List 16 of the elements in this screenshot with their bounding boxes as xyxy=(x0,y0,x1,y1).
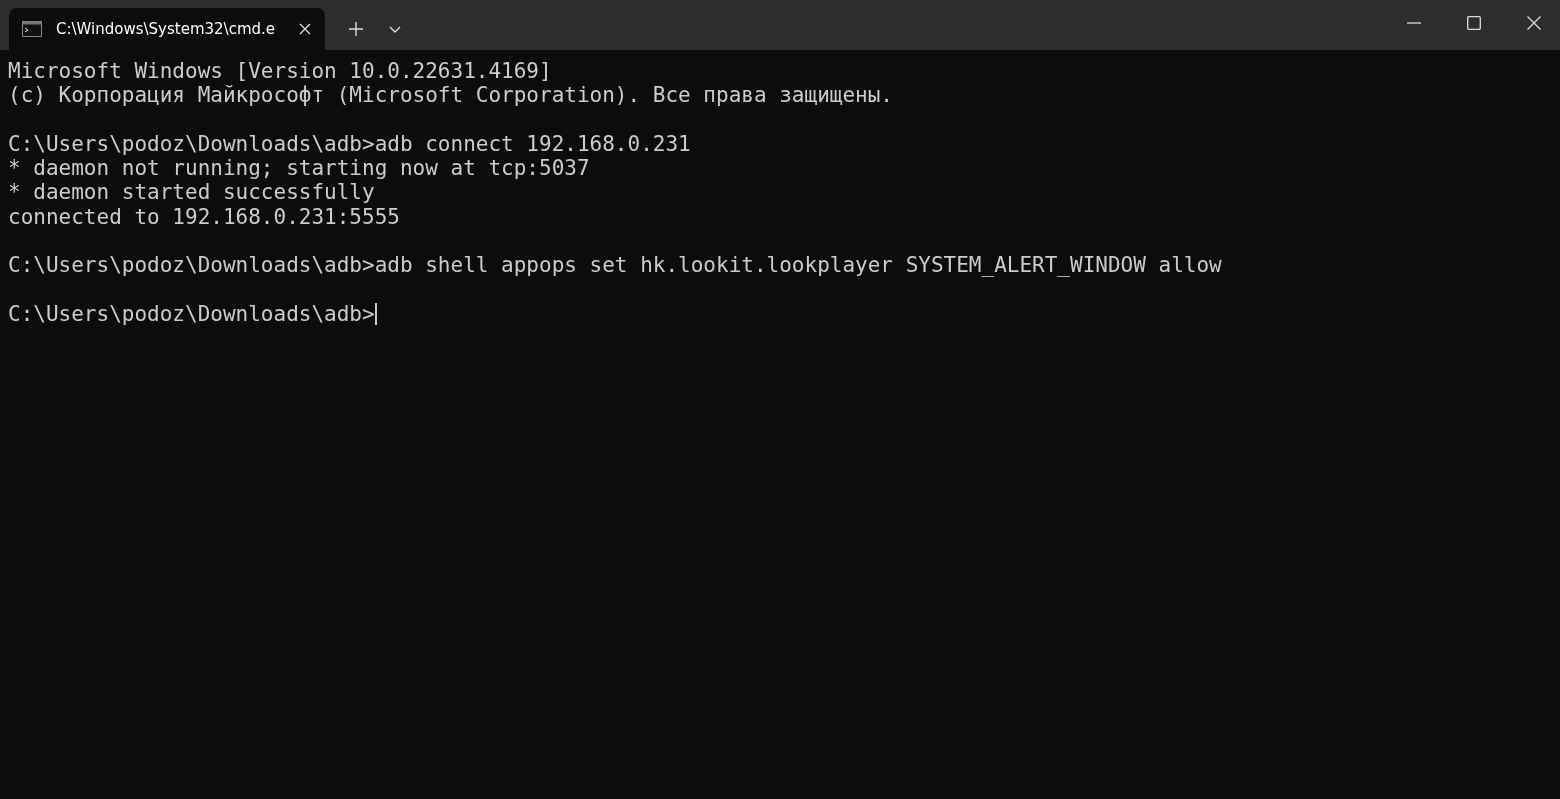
output-line: C:\Users\podoz\Downloads\adb>adb connect 192.168.0.231 xyxy=(8,131,692,157)
terminal-tab[interactable]: C:\Windows\System32\cmd.e xyxy=(9,8,325,50)
output-line: * daemon not running; starting now at tcp:5037 xyxy=(8,156,591,181)
output-line: C:\Users\podoz\Downloads\adb>adb shell appops set hk.lookit.lookplayer SYSTEM_ALERT_WINDOW allow xyxy=(8,253,1223,278)
dropdown-caret-icon[interactable] xyxy=(389,25,401,33)
tab-title: C:\Windows\System32\cmd.e xyxy=(56,20,277,38)
terminal-icon xyxy=(22,21,42,37)
output-line: (c) Корпорация Майкрософт (Microsoft Corporation). Все права защищены. xyxy=(8,83,894,108)
command-prompt: C:\Users\podoz\Downloads\adb> xyxy=(8,301,375,327)
close-tab-icon[interactable] xyxy=(299,23,311,35)
output-line: * daemon started successfully xyxy=(8,180,376,205)
output-line: Microsoft Windows [Version 10.0.22631.4169] xyxy=(8,59,553,84)
new-tab-icon[interactable] xyxy=(349,22,363,36)
maximize-icon[interactable] xyxy=(1467,16,1481,30)
close-icon[interactable] xyxy=(1527,16,1541,30)
output-line: connected to 192.168.0.231:5555 xyxy=(8,204,401,230)
